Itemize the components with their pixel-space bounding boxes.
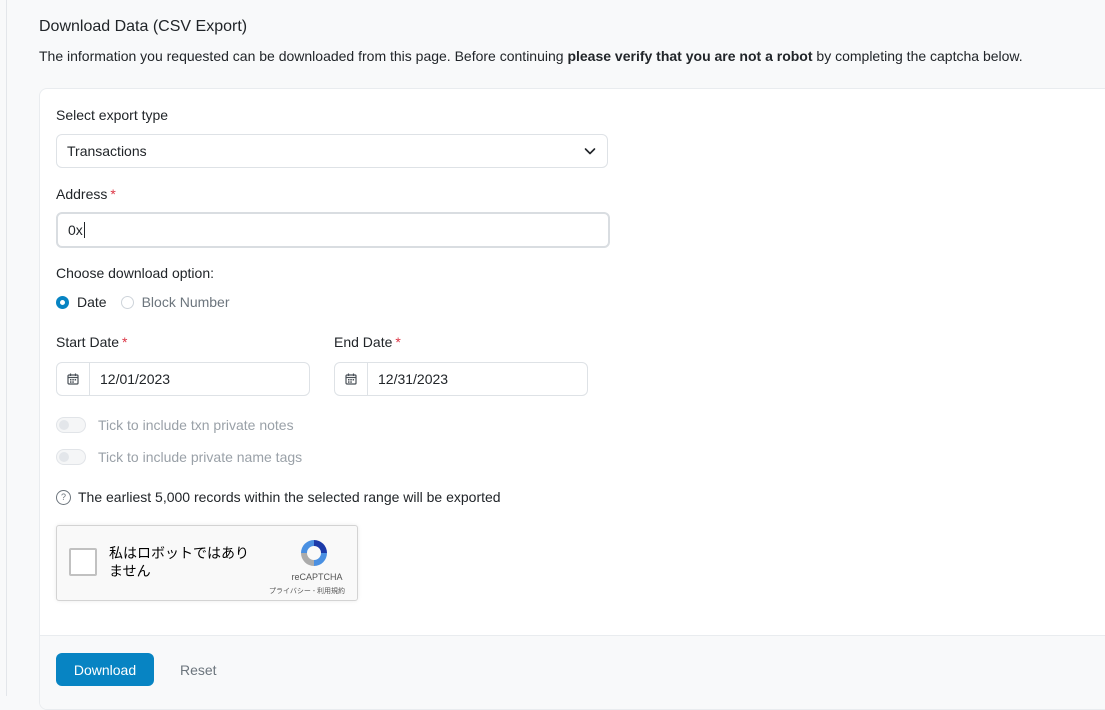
page-title: Download Data (CSV Export) [39,18,248,35]
records-note: ? The earliest 5,000 records within the … [56,489,501,505]
start-date-value: 12/01/2023 [100,371,171,387]
page-description: The information you requested can be dow… [39,48,1023,64]
start-date-label-text: Start Date [56,334,120,350]
start-date-input[interactable]: 12/01/2023 [56,362,310,396]
export-form-card: Select export type Transactions Address *… [39,88,1105,710]
end-date-value: 12/31/2023 [378,371,449,387]
calendar-icon [335,363,368,395]
radio-date-label[interactable]: Date [77,294,107,310]
radio-date[interactable] [56,295,69,309]
end-date-input[interactable]: 12/31/2023 [334,362,588,396]
description-text-start: The information you requested can be dow… [39,48,568,64]
chevron-down-icon [583,144,597,161]
export-type-select[interactable]: Transactions [56,134,608,168]
radio-block-number-label[interactable]: Block Number [142,294,230,310]
address-input[interactable]: 0x [56,212,610,248]
toggle-private-tags-label: Tick to include private name tags [98,449,303,465]
toggle-private-tags-row: Tick to include private name tags [56,449,302,465]
address-label: Address * [56,186,116,202]
recaptcha-links[interactable]: プライバシー - 利用規約 [257,586,357,596]
radio-block-number[interactable] [120,295,134,309]
end-date-label: End Date * [334,334,401,350]
recaptcha-checkbox[interactable] [69,548,97,576]
description-text-end: by completing the captcha below. [812,48,1023,64]
start-date-label: Start Date * [56,334,127,350]
left-divider [6,0,7,696]
text-caret [83,222,85,238]
toggle-private-notes-label: Tick to include txn private notes [98,417,294,433]
description-bold: please verify that you are not a robot [567,48,813,64]
recaptcha-widget: 私はロボットではありません reCAPTCHA プライバシー - 利用規約 [56,525,358,601]
download-option-label: Choose download option: [56,265,215,281]
calendar-icon [57,363,90,395]
records-note-text: The earliest 5,000 records within the se… [78,489,501,505]
download-option-group: Date Block Number [56,294,244,310]
address-value: 0x [68,222,83,238]
export-type-value: Transactions [67,143,147,159]
address-label-text: Address [56,186,108,202]
form-footer: Download Reset [40,635,1105,709]
recaptcha-logo-icon [297,536,331,575]
required-mark: * [395,334,401,350]
required-mark: * [110,186,116,202]
toggle-private-notes[interactable] [56,417,86,433]
question-circle-icon: ? [56,489,71,505]
reset-button[interactable]: Reset [168,653,229,686]
required-mark: * [122,334,128,350]
recaptcha-label: 私はロボットではありません [109,545,249,579]
recaptcha-brand: reCAPTCHA [291,572,343,582]
toggle-private-notes-row: Tick to include txn private notes [56,417,294,433]
toggle-private-tags[interactable] [56,449,86,465]
download-button[interactable]: Download [56,653,154,686]
export-type-label: Select export type [56,107,169,123]
end-date-label-text: End Date [334,334,393,350]
